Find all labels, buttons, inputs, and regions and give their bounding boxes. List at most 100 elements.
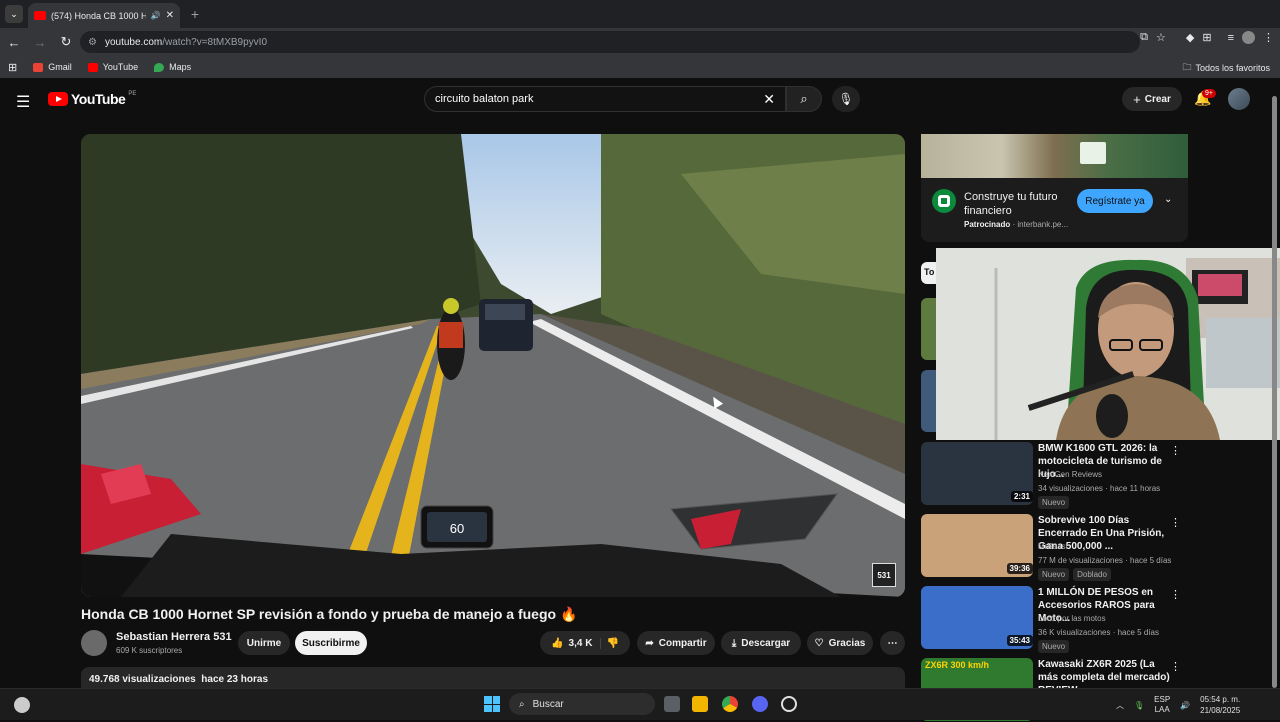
video-duration: 2:31 bbox=[1010, 491, 1033, 502]
channel-name[interactable]: NextGen Reviews bbox=[1038, 470, 1102, 479]
start-windows-icon[interactable] bbox=[484, 696, 500, 712]
download-button[interactable]: ⤓ Descargar bbox=[721, 631, 801, 655]
subscribe-button[interactable]: Suscribirme bbox=[295, 631, 367, 655]
widgets-icon[interactable] bbox=[14, 697, 30, 713]
maps-pin-icon bbox=[154, 62, 165, 72]
new-tab-button[interactable]: + bbox=[186, 5, 204, 23]
ad-expand-chevron-icon[interactable]: ⌄ bbox=[1164, 194, 1172, 205]
youtube-play-logo-icon bbox=[48, 92, 68, 106]
bookmark-label: YouTube bbox=[102, 62, 139, 72]
channel-name[interactable]: Sebastian Herrera 531 bbox=[116, 631, 232, 643]
youtube-favicon-icon bbox=[34, 11, 46, 20]
browser-tab-active[interactable]: (574) Honda CB 1000 Horn 🔊 ✕ bbox=[28, 3, 180, 28]
clear-search-icon[interactable]: ✕ bbox=[763, 91, 775, 108]
bookmark-maps[interactable]: Maps bbox=[154, 62, 191, 72]
video-meta: 34 visualizaciones · hace 11 horas bbox=[1038, 484, 1161, 493]
taskbar-search[interactable]: ⌕ Buscar bbox=[509, 693, 655, 715]
subscriber-count: 609 K suscriptores bbox=[116, 646, 183, 655]
more-options-icon[interactable]: ⋮ bbox=[1170, 516, 1181, 529]
site-info-icon[interactable]: ⚙ bbox=[88, 37, 97, 48]
discord-icon[interactable] bbox=[752, 696, 768, 712]
voice-search-button[interactable]: 🎙 bbox=[832, 86, 860, 112]
url-path: /watch?v=8tMXB9pyvI0 bbox=[162, 36, 268, 48]
task-view-icon[interactable] bbox=[664, 696, 680, 712]
install-app-icon[interactable]: ⧉ bbox=[1140, 31, 1148, 44]
ad-cta-button[interactable]: Regístrate ya bbox=[1077, 189, 1153, 213]
all-bookmarks-button[interactable]: 🗀 Todos los favoritos bbox=[1182, 60, 1270, 76]
partial-thumbnail[interactable] bbox=[921, 370, 937, 432]
browser-menu-icon[interactable]: ⋮ bbox=[1263, 31, 1274, 44]
search-button[interactable]: ⌕ bbox=[786, 86, 822, 112]
channel-watermark[interactable]: 531 bbox=[872, 563, 896, 587]
puzzle-extensions-icon[interactable]: ⊞ bbox=[1202, 31, 1211, 44]
sponsored-label: Patrocinado bbox=[964, 220, 1011, 229]
like-dislike-group: 👍 3,4 K 👎 bbox=[540, 631, 630, 655]
country-code: PE bbox=[128, 91, 137, 97]
tab-search-button[interactable]: ⌄ bbox=[5, 5, 23, 23]
account-avatar[interactable] bbox=[1228, 88, 1250, 110]
volume-icon[interactable]: 🔊 bbox=[1180, 701, 1190, 710]
channel-name[interactable]: Loco por las motos bbox=[1038, 614, 1106, 623]
chrome-icon[interactable] bbox=[722, 696, 738, 712]
media-control-icon[interactable]: ≡ bbox=[1228, 32, 1234, 44]
webcam-frame bbox=[936, 248, 1280, 440]
upload-age: hace 23 horas bbox=[201, 674, 269, 685]
partial-thumbnail[interactable] bbox=[921, 298, 937, 360]
video-badge: Nuevo bbox=[1038, 640, 1070, 653]
bookmark-gmail[interactable]: Gmail bbox=[33, 62, 72, 72]
like-button[interactable]: 👍 3,4 K bbox=[551, 637, 602, 649]
more-options-icon[interactable]: ⋮ bbox=[1170, 588, 1181, 601]
forward-button[interactable]: → bbox=[28, 30, 52, 54]
share-button[interactable]: ➦ Compartir bbox=[637, 631, 715, 655]
bookmark-star-icon[interactable]: ☆ bbox=[1156, 31, 1166, 44]
webcam-overlay bbox=[936, 248, 1280, 440]
more-options-icon[interactable]: ⋮ bbox=[1170, 444, 1181, 457]
menu-hamburger-icon[interactable]: ☰ bbox=[16, 92, 30, 112]
clock[interactable]: 05:54 p. m. 21/08/2025 bbox=[1200, 694, 1240, 716]
share-label: Compartir bbox=[658, 637, 707, 649]
file-explorer-icon[interactable] bbox=[692, 696, 708, 712]
speaker-icon[interactable]: 🔊 bbox=[151, 11, 161, 20]
search-input[interactable]: circuito balaton park ✕ bbox=[424, 86, 786, 112]
thanks-button[interactable]: ♡ Gracias bbox=[807, 631, 873, 655]
apps-grid-icon[interactable]: ⊞ bbox=[8, 61, 17, 74]
video-badge: Nuevo bbox=[1038, 568, 1070, 581]
create-button[interactable]: + Crear bbox=[1122, 87, 1182, 111]
tray-expand-chevron-icon[interactable]: ︿ bbox=[1116, 700, 1124, 711]
join-button[interactable]: Unirme bbox=[238, 631, 290, 655]
address-bar[interactable]: ⚙ youtube.com/watch?v=8tMXB9pyvI0 bbox=[80, 31, 1140, 53]
dislike-button[interactable]: 👎 bbox=[606, 638, 618, 649]
recommended-video[interactable]: 39:36 Sobrevive 100 Días Encerrado En Una… bbox=[921, 514, 1181, 581]
gmail-icon bbox=[33, 62, 44, 72]
lang-primary: ESP bbox=[1154, 695, 1171, 704]
reload-button[interactable]: ↻ bbox=[54, 30, 78, 54]
like-count: 3,4 K bbox=[568, 637, 593, 649]
ad-banner-image[interactable] bbox=[921, 134, 1188, 178]
video-player[interactable]: 60 bbox=[81, 134, 905, 597]
browser-actions: ⧉ ☆ ◆ ⊞ ≡ ⋮ bbox=[1140, 31, 1274, 44]
video-badge: Nuevo bbox=[1038, 496, 1070, 509]
channel-avatar[interactable] bbox=[81, 630, 107, 656]
download-label: Descargar bbox=[741, 637, 791, 649]
view-count: 49.768 visualizaciones bbox=[89, 674, 196, 685]
language-indicator[interactable]: ESP LAA bbox=[1154, 695, 1170, 715]
back-button[interactable]: ← bbox=[2, 30, 26, 54]
youtube-logo[interactable]: YouTube PE bbox=[48, 91, 136, 107]
plus-icon: + bbox=[1133, 91, 1141, 107]
recommended-video[interactable]: 35:43 1 MILLÓN DE PESOS en Accesorios RAR… bbox=[921, 586, 1181, 653]
extension-icon[interactable]: ◆ bbox=[1186, 31, 1194, 44]
close-tab-icon[interactable]: ✕ bbox=[166, 10, 174, 21]
profile-icon[interactable] bbox=[1242, 31, 1255, 44]
bookmark-youtube[interactable]: YouTube bbox=[87, 62, 139, 72]
date: 21/08/2025 bbox=[1200, 706, 1241, 715]
bookmarks-bar: ⊞ Gmail YouTube Maps bbox=[0, 56, 1280, 78]
search-value: circuito balaton park bbox=[435, 93, 534, 105]
microphone-tray-icon[interactable]: 🎙 bbox=[1134, 701, 1144, 710]
more-actions-button[interactable]: ⋯ bbox=[880, 631, 905, 655]
video-meta: 77 M de visualizaciones · hace 5 días bbox=[1038, 556, 1172, 565]
more-options-icon[interactable]: ⋮ bbox=[1170, 660, 1181, 673]
app-icon[interactable] bbox=[781, 696, 797, 712]
recommended-video[interactable]: 2:31 BMW K1600 GTL 2026: la motocicleta d… bbox=[921, 442, 1181, 509]
page-scrollbar[interactable] bbox=[1272, 96, 1277, 688]
channel-name[interactable]: MrBeast bbox=[1038, 542, 1068, 551]
